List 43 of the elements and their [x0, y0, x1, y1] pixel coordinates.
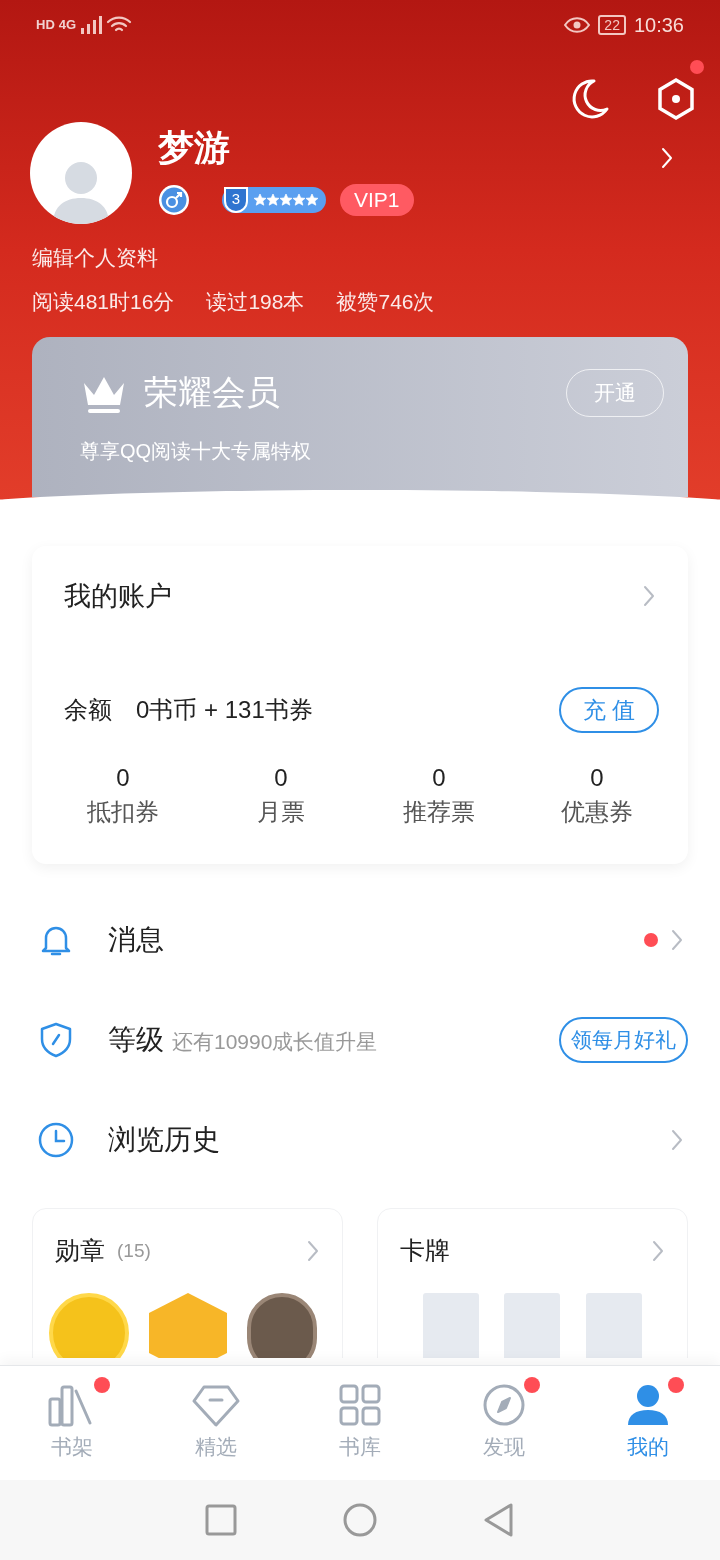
battery-indicator: 22	[598, 15, 626, 35]
account-title: 我的账户	[64, 579, 172, 613]
membership-title: 荣耀会员	[144, 372, 280, 413]
user-name: 梦游	[158, 126, 231, 170]
menu-label: 消息	[108, 923, 164, 957]
status-time: 10:36	[633, 13, 684, 38]
edit-profile-link[interactable]: 编辑个人资料	[32, 246, 158, 269]
ticket-label[interactable]: 抵扣券	[87, 794, 159, 830]
vip-badge: VIP1	[340, 184, 414, 216]
feature-card[interactable]: 勋章 (15)	[32, 1208, 343, 1358]
menu-label: 浏览历史	[108, 1123, 220, 1157]
profile-stat: 阅读481时16分	[32, 288, 175, 315]
network-label: 4G	[58, 16, 77, 35]
balance-value: 0书币 + 131书券	[136, 695, 313, 725]
ticket-count: 0	[274, 763, 288, 793]
network-label: HD	[36, 16, 55, 35]
menu-label: 等级	[108, 1023, 164, 1057]
card-title: 卡牌	[400, 1235, 450, 1267]
menu-row[interactable]: 等级 还有10990成长值升星 领每月好礼	[0, 990, 720, 1090]
menu-row[interactable]: 消息	[0, 890, 720, 990]
menu-row[interactable]: 浏览历史	[0, 1090, 720, 1190]
ticket-count: 0	[432, 763, 446, 793]
recharge-button[interactable]: 充 值	[559, 687, 659, 733]
tab-item[interactable]: 书库	[288, 1366, 432, 1480]
balance-label: 余额	[64, 695, 112, 725]
ticket-label[interactable]: 月票	[257, 794, 305, 830]
tab-item[interactable]: 发现	[432, 1366, 576, 1480]
ticket-label[interactable]: 推荐票	[403, 794, 475, 830]
card-title: 勋章	[55, 1235, 105, 1267]
tab-item[interactable]: 书架	[0, 1366, 144, 1480]
membership-subtitle: 尊享QQ阅读十大专属特权	[80, 439, 313, 464]
profile-stat: 被赞746次	[336, 288, 435, 315]
card-count: (15)	[117, 1238, 151, 1263]
profile-stat: 读过198本	[206, 288, 305, 315]
tab-item[interactable]: 我的	[576, 1366, 720, 1480]
monthly-gift-button[interactable]: 领每月好礼	[559, 1017, 688, 1063]
ticket-count: 0	[116, 763, 130, 793]
menu-hint: 还有10990成长值升星	[172, 1029, 378, 1056]
ticket-label[interactable]: 优惠券	[561, 794, 633, 830]
ticket-count: 0	[590, 763, 604, 793]
level-number: 3	[224, 187, 248, 213]
feature-card[interactable]: 卡牌	[377, 1208, 688, 1358]
tab-item[interactable]: 精选	[144, 1366, 288, 1480]
